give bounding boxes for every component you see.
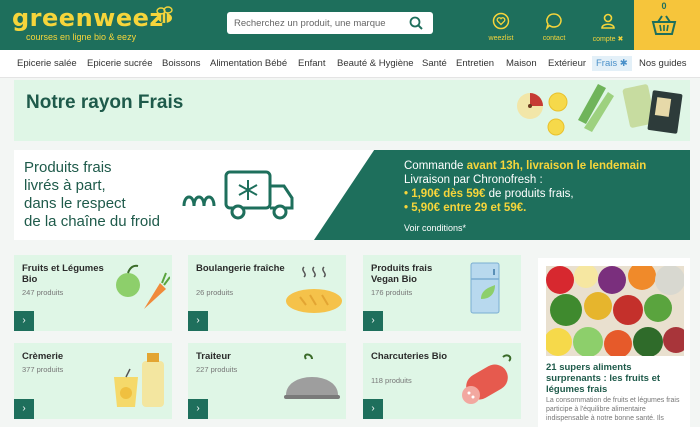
guide-article-card[interactable]: 21 supers aliments surprenants : les fru… bbox=[538, 258, 690, 427]
category-count: 377 produits bbox=[22, 365, 64, 374]
arrow-right-icon[interactable]: › bbox=[14, 399, 34, 419]
cart-button[interactable]: 0 bbox=[634, 0, 700, 50]
fridge-icon bbox=[470, 262, 500, 314]
nav-item-epicerie-salee[interactable]: Epicerie salée bbox=[17, 58, 77, 69]
arrow-right-icon[interactable]: › bbox=[363, 311, 383, 331]
cold-chain-line: dans le respect bbox=[24, 195, 126, 212]
category-count: 26 produits bbox=[196, 288, 234, 297]
chronofresh-line: Livraison par Chronofresh : bbox=[404, 174, 543, 186]
nav-item-frais[interactable]: Frais ✱ bbox=[592, 56, 632, 71]
delivery-details: Commande avant 13h, livraison le lendema… bbox=[404, 159, 690, 215]
commande-prefix: Commande bbox=[404, 160, 467, 172]
sausage-icon bbox=[462, 354, 512, 404]
nav-item-exterieur[interactable]: Extérieur bbox=[548, 58, 586, 69]
conditions-link[interactable]: Voir conditions* bbox=[404, 223, 466, 233]
category-title: Boulangerie fraîche bbox=[196, 263, 285, 274]
arrow-right-icon[interactable]: › bbox=[363, 399, 383, 419]
cold-chain-line: de la chaîne du froid bbox=[24, 213, 160, 230]
category-title: Produits frais Vegan Bio bbox=[371, 263, 433, 285]
bread-icon bbox=[286, 266, 342, 313]
nav-item-enfant[interactable]: Enfant bbox=[298, 58, 325, 69]
category-title: Fruits et Légumes Bio bbox=[22, 263, 104, 285]
contact-label: contact bbox=[542, 35, 566, 42]
price-line-1: • 1,90€ dès 59€ de produits frais, bbox=[404, 187, 690, 201]
fresh-products-illustration bbox=[517, 84, 683, 136]
nav-item-beaute-hygiene[interactable]: Beauté & Hygiène bbox=[337, 58, 414, 69]
price1-highlight: • 1,90€ dès 59€ bbox=[404, 188, 486, 200]
fruits-vegetables-icon bbox=[116, 264, 170, 309]
tagline: courses en ligne bio & eezy bbox=[26, 32, 137, 42]
cart-count: 0 bbox=[661, 1, 667, 11]
vegetables-photo bbox=[546, 266, 684, 356]
dairy-icon bbox=[114, 353, 164, 407]
search-bar bbox=[227, 12, 433, 34]
category-card-cremerie[interactable]: Crèmerie 377 produits › bbox=[14, 343, 172, 419]
chat-bubble-icon bbox=[545, 13, 562, 30]
category-count: 176 produits bbox=[371, 288, 413, 297]
logo[interactable]: greenweez bbox=[12, 4, 164, 32]
refrigerated-truck-icon bbox=[182, 170, 294, 220]
page-title: Notre rayon Frais bbox=[26, 92, 184, 113]
category-nav: Epicerie salée Epicerie sucrée Boissons … bbox=[0, 50, 700, 78]
nav-item-nos-guides[interactable]: Nos guides bbox=[639, 58, 687, 69]
nav-item-epicerie-sucree[interactable]: Epicerie sucrée bbox=[87, 58, 152, 69]
account-link[interactable]: compte ✖ bbox=[588, 12, 628, 43]
weezlist-label: weezlist bbox=[488, 35, 514, 42]
frais-banner: Notre rayon Frais bbox=[14, 80, 690, 141]
delivery-banner[interactable]: Produits frais livrés à part, dans le re… bbox=[14, 150, 690, 240]
cloche-icon bbox=[284, 353, 340, 399]
price1-rest: de produits frais, bbox=[485, 188, 574, 200]
commande-highlight: avant 13h, livraison le lendemain bbox=[466, 160, 647, 172]
nav-item-sante[interactable]: Santé bbox=[422, 58, 447, 69]
arrow-right-icon[interactable]: › bbox=[188, 399, 208, 419]
nav-item-entretien[interactable]: Entretien bbox=[456, 58, 494, 69]
nav-item-boissons[interactable]: Boissons bbox=[162, 58, 201, 69]
article-excerpt: La consommation de fruits et légumes fra… bbox=[546, 397, 680, 422]
category-title: Charcuteries Bio bbox=[371, 351, 448, 362]
cold-chain-line: Produits frais bbox=[24, 159, 112, 176]
category-card-fruits-legumes[interactable]: Fruits et Légumes Bio 247 produits › bbox=[14, 255, 172, 331]
nav-item-alimentation-bebe[interactable]: Alimentation Bébé bbox=[210, 58, 287, 69]
site-header: greenweez courses en ligne bio & eezy we… bbox=[0, 0, 700, 50]
heart-icon bbox=[492, 12, 510, 30]
category-count: 118 produits bbox=[371, 376, 412, 385]
contact-link[interactable]: contact bbox=[534, 12, 574, 42]
arrow-right-icon[interactable]: › bbox=[14, 311, 34, 331]
weezlist-link[interactable]: weezlist bbox=[481, 12, 521, 42]
price2-highlight: • 5,90€ entre 29 et 59€. bbox=[404, 202, 527, 214]
article-title[interactable]: 21 supers aliments surprenants : les fru… bbox=[546, 362, 686, 395]
commande-line: Commande avant 13h, livraison le lendema… bbox=[404, 159, 690, 173]
category-card-boulangerie[interactable]: Boulangerie fraîche 26 produits › bbox=[188, 255, 346, 331]
search-icon[interactable] bbox=[409, 16, 423, 30]
category-card-traiteur[interactable]: Traiteur 227 produits › bbox=[188, 343, 346, 419]
bee-icon bbox=[156, 6, 173, 23]
search-input[interactable] bbox=[227, 12, 397, 34]
category-card-vegan[interactable]: Produits frais Vegan Bio 176 produits › bbox=[363, 255, 521, 331]
category-card-charcuteries[interactable]: Charcuteries Bio 118 produits › bbox=[363, 343, 521, 419]
category-title: Traiteur bbox=[196, 351, 231, 362]
cold-chain-text: Produits frais livrés à part, dans le re… bbox=[24, 159, 160, 231]
arrow-right-icon[interactable]: › bbox=[188, 311, 208, 331]
basket-icon bbox=[651, 15, 677, 35]
cold-chain-line: livrés à part, bbox=[24, 177, 106, 194]
category-title: Crèmerie bbox=[22, 351, 64, 362]
category-count: 247 produits bbox=[22, 288, 64, 297]
nav-item-maison[interactable]: Maison bbox=[506, 58, 537, 69]
account-label: compte ✖ bbox=[592, 36, 624, 43]
user-icon bbox=[601, 13, 615, 29]
category-count: 227 produits bbox=[196, 365, 238, 374]
price-line-2: • 5,90€ entre 29 et 59€. bbox=[404, 201, 690, 215]
